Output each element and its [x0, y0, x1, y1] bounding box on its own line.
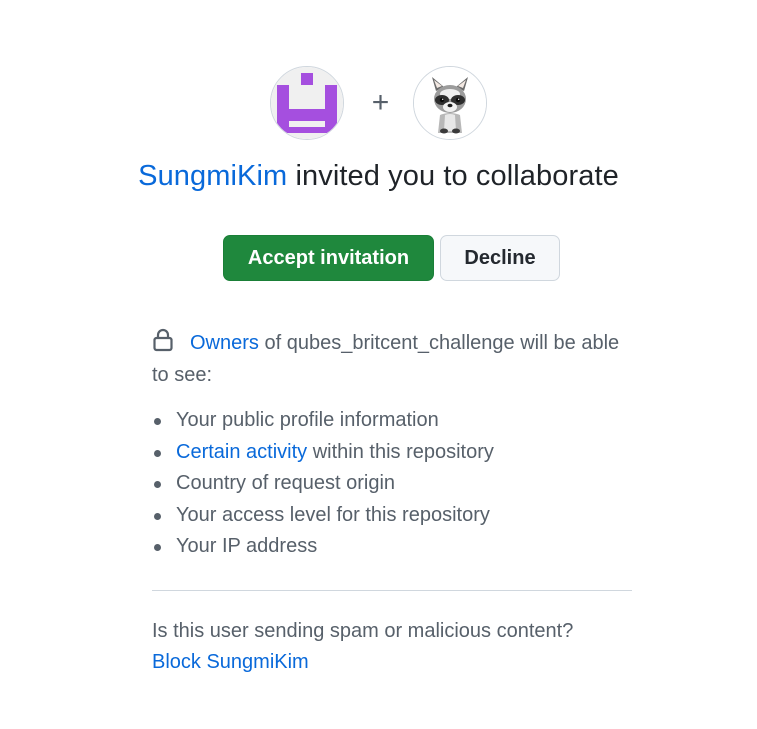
inviter-avatar[interactable] — [269, 66, 344, 140]
list-item: Your IP address — [152, 531, 494, 563]
user-avatar[interactable] — [413, 66, 488, 140]
spam-report: Is this user sending spam or malicious c… — [152, 616, 632, 678]
list-item: Your access level for this repository — [152, 500, 494, 532]
plus-sign: + — [371, 86, 390, 119]
visible-info-list: Your public profile information Certain … — [152, 405, 494, 563]
list-item-text: Your access level for this repository — [176, 503, 490, 526]
invitation-heading: SungmiKim invited you to collaborate — [0, 160, 757, 193]
list-item-text: within this repository — [307, 440, 494, 463]
owners-link[interactable]: Owners — [190, 332, 259, 354]
list-item: Your public profile information — [152, 405, 494, 437]
identicon-icon — [270, 67, 343, 139]
list-item-text: Country of request origin — [176, 472, 396, 494]
list-item: Certain activity within this repository — [152, 437, 494, 469]
avatar-row: + — [0, 66, 757, 140]
list-item: Country of request origin — [152, 468, 494, 500]
privacy-notice: Owners of qubes_britcent_challenge will … — [152, 327, 632, 391]
decline-button[interactable]: Decline — [440, 235, 560, 281]
accept-invitation-button[interactable]: Accept invitation — [223, 235, 434, 281]
raccoon-icon — [414, 67, 487, 139]
invitation-page: + SungmiKim invited you to collaborate A… — [0, 0, 757, 729]
list-item-text: Your IP address — [176, 535, 318, 557]
certain-activity-link[interactable]: Certain activity — [176, 441, 307, 463]
block-user-link[interactable]: Block SungmiKim — [152, 647, 632, 678]
invitation-actions: Accept invitation Decline — [223, 235, 560, 281]
list-item-text: Your public profile information — [176, 409, 439, 431]
spam-question: Is this user sending spam or malicious c… — [152, 620, 574, 642]
divider — [152, 590, 632, 591]
lock-icon — [153, 328, 173, 352]
heading-text: invited you to collaborate — [287, 160, 619, 192]
inviter-link[interactable]: SungmiKim — [138, 160, 287, 192]
